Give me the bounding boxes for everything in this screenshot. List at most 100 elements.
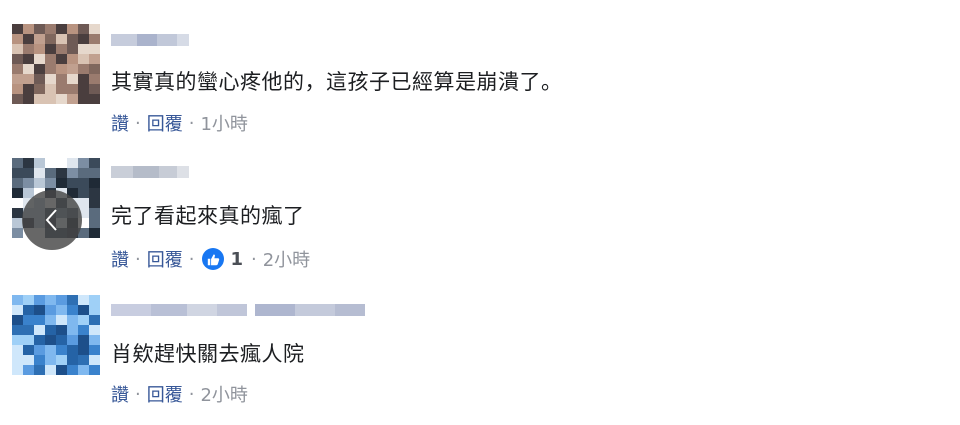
avatar-pixel: [89, 44, 100, 54]
avatar-pixel: [34, 24, 45, 34]
avatar-pixel: [78, 34, 89, 44]
chevron-left-icon: [45, 209, 57, 231]
avatar-pixel: [78, 74, 89, 84]
avatar-pixel: [78, 168, 89, 178]
reply-link[interactable]: 回覆: [147, 110, 183, 136]
comment-actions: 讚 · 回覆 · 1 · 2小時: [111, 246, 310, 272]
avatar-pixel: [12, 74, 23, 84]
avatar-pixel: [89, 365, 100, 375]
avatar-pixel: [89, 218, 100, 228]
like-link[interactable]: 讚: [111, 246, 129, 272]
avatar-pixel: [67, 74, 78, 84]
avatar-pixel: [45, 94, 56, 104]
avatar-pixel: [56, 158, 67, 168]
comment-text: 其實真的蠻心疼他的，這孩子已經算是崩潰了。: [111, 70, 563, 94]
like-link[interactable]: 讚: [111, 110, 129, 136]
avatar-pixel: [12, 158, 23, 168]
avatar-pixel: [78, 325, 89, 335]
commenter-avatar[interactable]: [12, 295, 100, 375]
avatar-pixel: [23, 335, 34, 345]
avatar-pixel: [12, 94, 23, 104]
avatar-pixel: [78, 178, 89, 188]
avatar-pixel: [89, 315, 100, 325]
reply-link[interactable]: 回覆: [147, 381, 183, 407]
commenter-name-blurred[interactable]: [111, 300, 371, 320]
separator-dot: ·: [188, 112, 195, 134]
timestamp[interactable]: 2小時: [263, 246, 310, 272]
avatar-pixel: [67, 295, 78, 305]
avatar-pixel: [23, 365, 34, 375]
avatar-pixel: [12, 335, 23, 345]
avatar-pixel: [23, 74, 34, 84]
commenter-avatar[interactable]: [12, 24, 100, 104]
comment-actions: 讚 · 回覆 · 2小時: [111, 381, 248, 407]
avatar-pixel: [34, 64, 45, 74]
reply-link[interactable]: 回覆: [147, 246, 183, 272]
avatar-pixel: [34, 295, 45, 305]
avatar-pixel: [45, 64, 56, 74]
avatar-pixel: [89, 295, 100, 305]
avatar-pixel: [67, 355, 78, 365]
avatar-pixel: [67, 335, 78, 345]
avatar-pixel: [12, 355, 23, 365]
avatar-pixel: [67, 178, 78, 188]
avatar-pixel: [56, 24, 67, 34]
avatar-pixel: [89, 198, 100, 208]
avatar-pixel: [34, 168, 45, 178]
avatar-pixel: [23, 54, 34, 64]
avatar-pixel: [89, 168, 100, 178]
avatar-pixel: [12, 168, 23, 178]
avatar-pixel: [45, 54, 56, 64]
commenter-name-blurred[interactable]: [111, 162, 191, 182]
avatar-pixel: [12, 54, 23, 64]
avatar-pixel: [67, 64, 78, 74]
avatar-pixel: [89, 345, 100, 355]
avatar-pixel: [78, 54, 89, 64]
avatar-pixel: [23, 158, 34, 168]
avatar-pixel: [89, 305, 100, 315]
avatar-pixel: [34, 74, 45, 84]
avatar-pixel: [34, 94, 45, 104]
avatar-pixel: [12, 345, 23, 355]
avatar-pixel: [45, 305, 56, 315]
avatar-pixel: [78, 198, 89, 208]
avatar-pixel: [56, 345, 67, 355]
avatar-pixel: [78, 305, 89, 315]
avatar-pixel: [45, 84, 56, 94]
avatar-pixel: [12, 44, 23, 54]
avatar-pixel: [89, 335, 100, 345]
avatar-pixel: [12, 84, 23, 94]
avatar-pixel: [23, 44, 34, 54]
avatar-pixel: [67, 365, 78, 375]
avatar-pixel: [56, 325, 67, 335]
commenter-name-blurred[interactable]: [111, 30, 191, 50]
previous-button[interactable]: [22, 190, 82, 250]
avatar-pixel: [45, 355, 56, 365]
avatar-pixel: [45, 74, 56, 84]
avatar-pixel: [78, 355, 89, 365]
avatar-pixel: [78, 365, 89, 375]
avatar-pixel: [45, 34, 56, 44]
timestamp[interactable]: 1小時: [200, 110, 247, 136]
avatar-pixel: [56, 355, 67, 365]
avatar-pixel: [56, 168, 67, 178]
avatar-pixel: [23, 295, 34, 305]
avatar-pixel: [12, 64, 23, 74]
like-reaction-icon[interactable]: [202, 248, 225, 270]
avatar-pixel: [34, 325, 45, 335]
like-link[interactable]: 讚: [111, 381, 129, 407]
avatar-pixel: [67, 24, 78, 34]
avatar-pixel: [78, 295, 89, 305]
avatar-pixel: [45, 345, 56, 355]
avatar-pixel: [89, 208, 100, 218]
avatar-pixel: [78, 64, 89, 74]
avatar-pixel: [34, 84, 45, 94]
avatar-pixel: [45, 365, 56, 375]
avatar-pixel: [23, 94, 34, 104]
timestamp[interactable]: 2小時: [200, 381, 247, 407]
avatar-pixel: [89, 355, 100, 365]
avatar-pixel: [34, 34, 45, 44]
avatar-pixel: [78, 24, 89, 34]
avatar-pixel: [12, 315, 23, 325]
reaction-count[interactable]: 1: [230, 249, 243, 270]
